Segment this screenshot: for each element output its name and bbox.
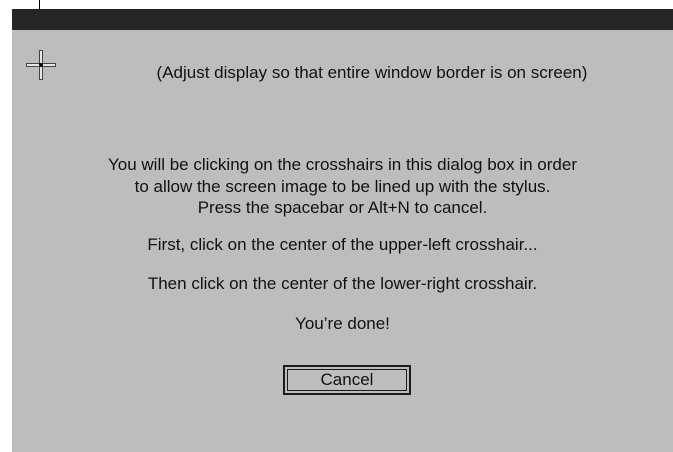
step-one-text: First, click on the center of the upper-…	[147, 235, 538, 254]
step-two-text: Then click on the center of the lower-ri…	[147, 274, 538, 293]
window-title-bar	[12, 9, 673, 30]
done-text: You’re done!	[295, 314, 390, 333]
instruction-line-2: to allow the screen image to be lined up…	[134, 177, 551, 196]
instruction-line-3: Press the spacebar or Alt+N to cancel.	[197, 198, 488, 217]
instruction-line-1: You will be clicking on the crosshairs i…	[107, 155, 577, 174]
border-adjust-hint: (Adjust display so that entire window bo…	[156, 63, 588, 82]
cancel-button-label: Cancel	[287, 369, 407, 391]
crosshair-icon[interactable]	[26, 50, 56, 80]
calibration-screen: (Adjust display so that entire window bo…	[0, 0, 673, 452]
cancel-button[interactable]: Cancel	[283, 365, 411, 395]
